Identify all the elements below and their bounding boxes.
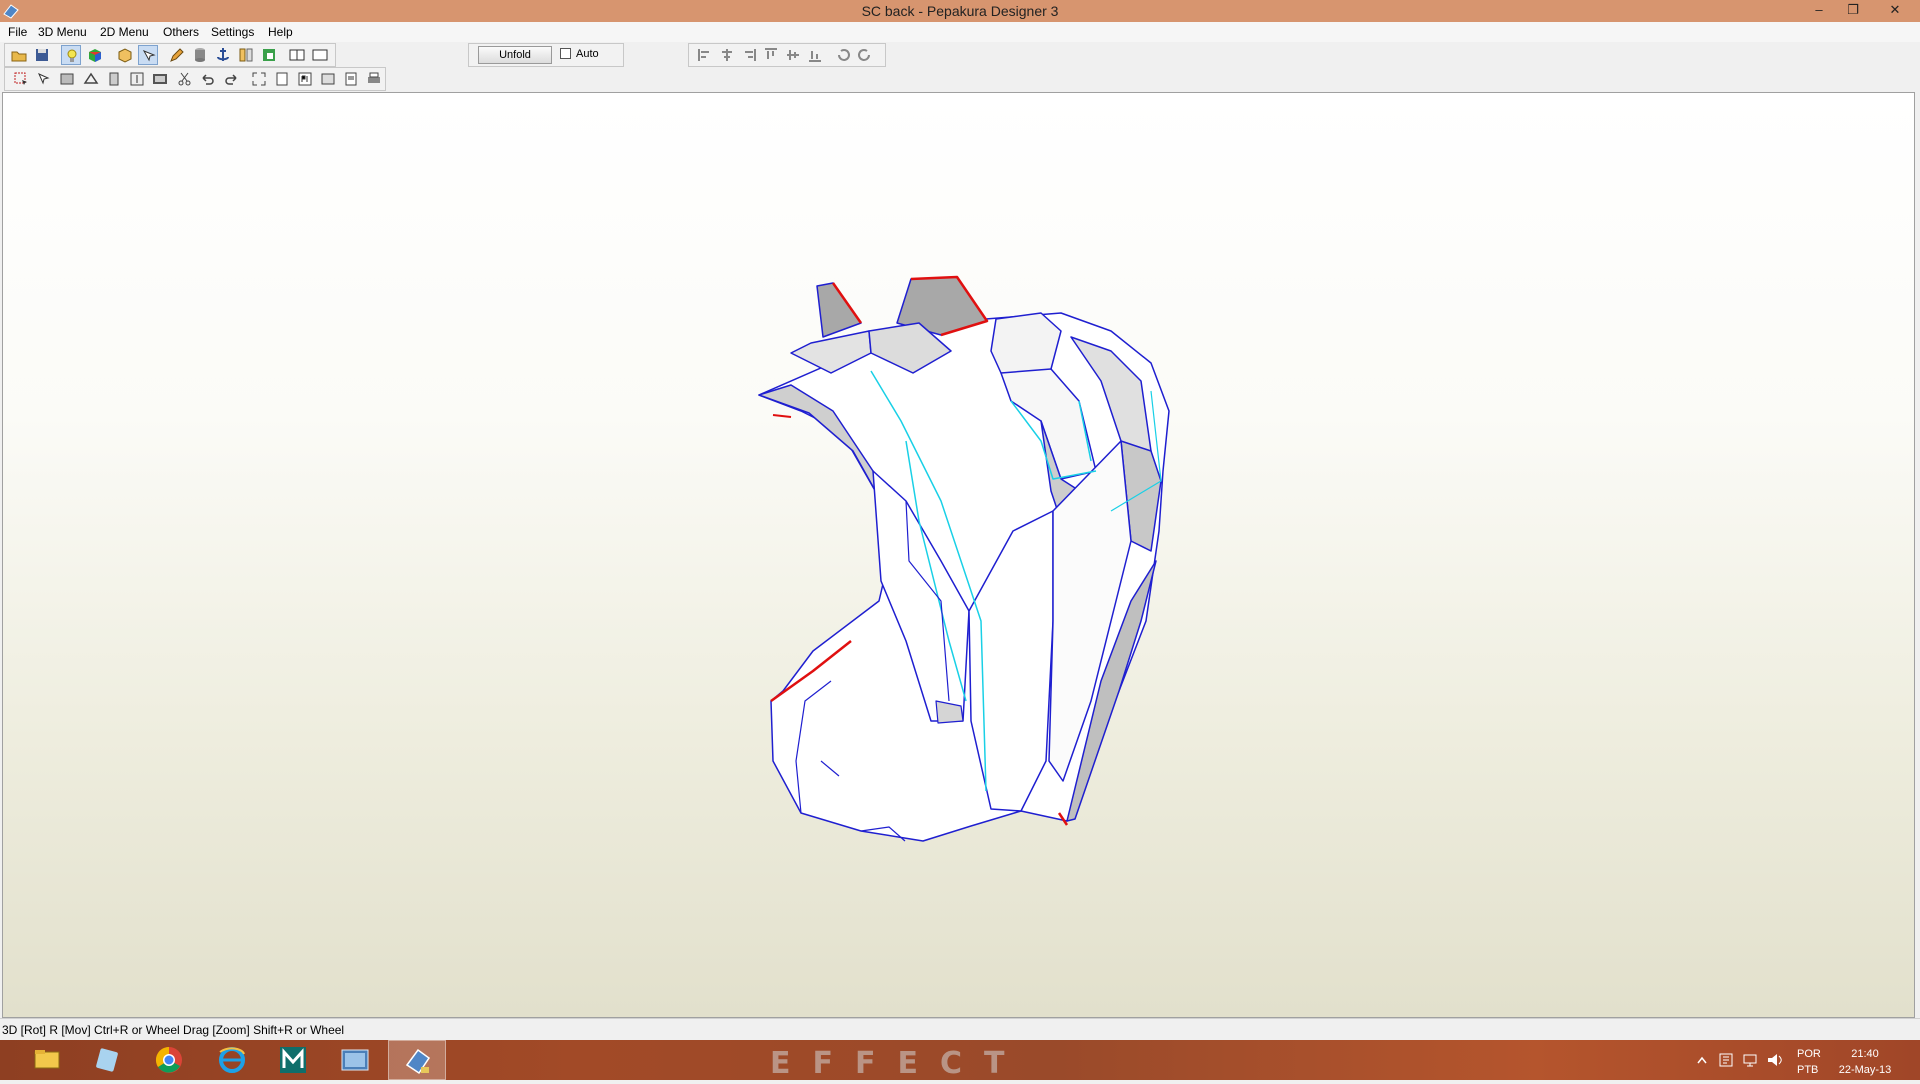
open-folder-icon[interactable] bbox=[9, 45, 29, 65]
zoom-page-icon[interactable] bbox=[272, 69, 292, 89]
action-center-icon[interactable] bbox=[1718, 1052, 1734, 1068]
rotate-left-90-icon[interactable] bbox=[833, 45, 853, 65]
box-edit-icon[interactable] bbox=[115, 45, 135, 65]
title-bar: SC back - Pepakura Designer 3 – ❐ ✕ bbox=[0, 0, 1920, 22]
image-tool-icon[interactable] bbox=[150, 69, 170, 89]
clock[interactable]: 21:40 22-May-13 bbox=[1834, 1046, 1896, 1078]
keyboard-layout: PTB bbox=[1797, 1064, 1819, 1076]
status-bar: 3D [Rot] R [Mov] Ctrl+R or Wheel Drag [Z… bbox=[0, 1018, 1920, 1041]
menu-bar: File 3D Menu 2D Menu Others Settings Hel… bbox=[0, 22, 1920, 42]
unfold-button[interactable]: Unfold bbox=[478, 46, 552, 64]
part-icon[interactable] bbox=[57, 69, 77, 89]
close-button[interactable]: ✕ bbox=[1876, 0, 1914, 20]
texture-icon[interactable] bbox=[259, 45, 279, 65]
window-title: SC back - Pepakura Designer 3 bbox=[861, 3, 1059, 19]
flap-icon[interactable] bbox=[81, 69, 101, 89]
volume-icon[interactable] bbox=[1766, 1052, 1784, 1068]
cut-icon[interactable] bbox=[175, 69, 195, 89]
language-indicator[interactable]: POR PTB bbox=[1797, 1046, 1821, 1078]
single-pane-icon[interactable] bbox=[287, 45, 307, 65]
join-edge-icon[interactable] bbox=[104, 69, 124, 89]
system-tray: POR PTB 21:40 22-May-13 bbox=[0, 1040, 1920, 1080]
taskbar: EFFECT POR PTB 21:40 22-May-13 bbox=[0, 1040, 1920, 1081]
undo-icon[interactable] bbox=[198, 69, 218, 89]
3d-model-view[interactable] bbox=[3, 93, 1914, 1017]
layout-icon[interactable] bbox=[318, 69, 338, 89]
align-bottom-icon[interactable] bbox=[805, 45, 825, 65]
redo-icon[interactable] bbox=[221, 69, 241, 89]
toolbar-area: Unfold Auto bbox=[0, 42, 1920, 92]
clock-time: 21:40 bbox=[1851, 1048, 1879, 1060]
menu-file[interactable]: File bbox=[8, 25, 27, 39]
pencil-icon[interactable] bbox=[167, 45, 187, 65]
zoom-fit-icon[interactable] bbox=[249, 69, 269, 89]
toolbar-2d-group bbox=[4, 67, 386, 91]
align-center-icon[interactable] bbox=[717, 45, 737, 65]
clock-date: 22-May-13 bbox=[1838, 1064, 1892, 1076]
align-middle-icon[interactable] bbox=[783, 45, 803, 65]
align-right-icon[interactable] bbox=[739, 45, 759, 65]
color-cube-icon[interactable] bbox=[85, 45, 105, 65]
auto-label: Auto bbox=[576, 48, 599, 60]
3d-viewport[interactable] bbox=[2, 92, 1915, 1018]
menu-help[interactable]: Help bbox=[268, 25, 293, 39]
menu-others[interactable]: Others bbox=[163, 25, 199, 39]
menu-3d[interactable]: 3D Menu bbox=[38, 25, 87, 39]
anchor-icon[interactable] bbox=[213, 45, 233, 65]
auto-checkbox[interactable] bbox=[560, 48, 571, 59]
text-tool-icon[interactable] bbox=[127, 69, 147, 89]
status-text: 3D [Rot] R [Mov] Ctrl+R or Wheel Drag [Z… bbox=[2, 1023, 345, 1037]
printer-icon[interactable] bbox=[364, 69, 384, 89]
select-arrow-icon[interactable] bbox=[138, 45, 158, 65]
page-number-icon[interactable] bbox=[295, 69, 315, 89]
align-group bbox=[688, 43, 886, 67]
dual-pane-icon[interactable] bbox=[310, 45, 330, 65]
select-region-icon[interactable] bbox=[11, 69, 31, 89]
menu-2d[interactable]: 2D Menu bbox=[100, 25, 149, 39]
rotate-right-90-icon[interactable] bbox=[855, 45, 875, 65]
network-icon[interactable] bbox=[1742, 1052, 1758, 1068]
language-code: POR bbox=[1797, 1048, 1821, 1060]
tray-expand-icon[interactable] bbox=[1696, 1054, 1708, 1066]
restore-button[interactable]: ❐ bbox=[1838, 0, 1868, 20]
minimize-button[interactable]: – bbox=[1804, 0, 1834, 20]
menu-settings[interactable]: Settings bbox=[211, 25, 254, 39]
save-disk-icon[interactable] bbox=[32, 45, 52, 65]
toolbar-3d-group bbox=[4, 43, 336, 67]
cylinder-icon[interactable] bbox=[190, 45, 210, 65]
align-left-icon[interactable] bbox=[695, 45, 715, 65]
edge-toggle-icon[interactable] bbox=[236, 45, 256, 65]
pointer-icon[interactable] bbox=[34, 69, 54, 89]
align-top-icon[interactable] bbox=[761, 45, 781, 65]
lightbulb-icon[interactable] bbox=[61, 45, 81, 65]
print-preview-icon[interactable] bbox=[341, 69, 361, 89]
